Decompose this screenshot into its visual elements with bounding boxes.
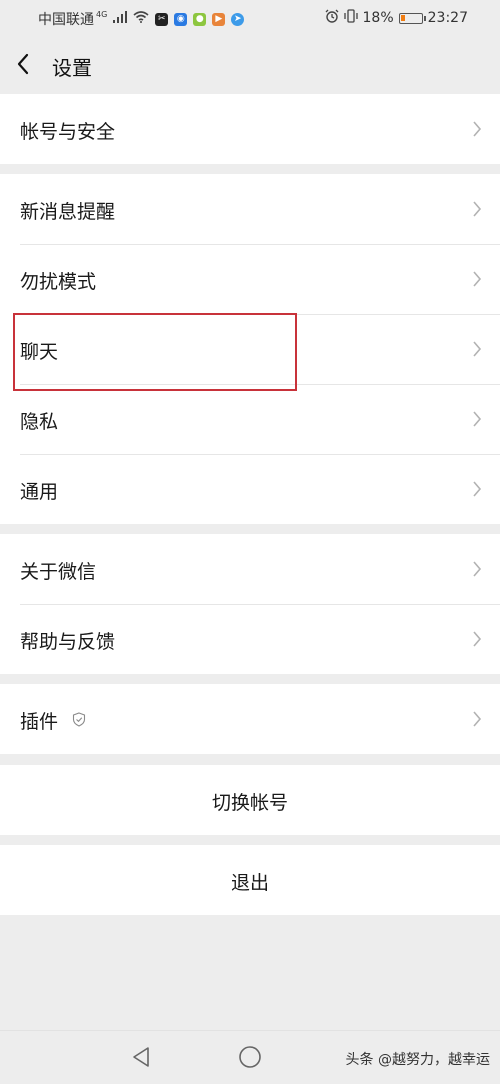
settings-item-new-message-alerts[interactable]: 新消息提醒: [0, 174, 500, 244]
settings-item-label: 新消息提醒: [20, 201, 116, 223]
logout-button[interactable]: 退出: [0, 845, 500, 915]
switch-account-button[interactable]: 切换帐号: [0, 765, 500, 835]
settings-group-about: 关于微信 帮助与反馈: [0, 534, 500, 674]
chevron-right-icon: [473, 631, 482, 647]
settings-item-help-feedback[interactable]: 帮助与反馈: [0, 604, 500, 674]
status-right: 18% 23:27: [325, 9, 468, 27]
settings-item-label: 帮助与反馈: [20, 631, 116, 653]
signal-icon: [113, 11, 128, 27]
settings-item-plugins[interactable]: 插件: [0, 684, 500, 754]
chevron-right-icon: [473, 121, 482, 137]
title-bar: 设置: [0, 34, 500, 94]
shield-check-icon: [72, 712, 86, 727]
carrier-name: 中国联通: [38, 12, 94, 28]
alarm-icon: [325, 9, 339, 27]
page-title: 设置: [52, 56, 92, 80]
capcut-app-icon: ✂: [155, 12, 169, 26]
chevron-right-icon: [473, 411, 482, 427]
battery-percent: 18%: [362, 10, 394, 26]
status-bar: 中国联通 4G ✂ ◉ ● ▶ ➤ 18% 23:27: [0, 0, 500, 34]
settings-item-do-not-disturb[interactable]: 勿扰模式: [0, 244, 500, 314]
chevron-right-icon: [473, 561, 482, 577]
logout-group: 退出: [0, 845, 500, 915]
settings-item-label: 勿扰模式: [20, 271, 97, 293]
settings-group-plugins: 插件: [0, 684, 500, 754]
settings-item-label: 关于微信: [20, 561, 97, 583]
settings-item-privacy[interactable]: 隐私: [0, 384, 500, 454]
logout-label: 退出: [230, 872, 269, 894]
chevron-right-icon: [473, 481, 482, 497]
settings-group-account: 帐号与安全: [0, 94, 500, 164]
chevron-right-icon: [473, 271, 482, 287]
settings-item-account-security[interactable]: 帐号与安全: [0, 94, 500, 164]
back-arrow-icon: [17, 53, 29, 75]
settings-item-general[interactable]: 通用: [0, 454, 500, 524]
network-type: 4G: [96, 9, 108, 19]
watermark-text: 头条 @越努力，越幸运: [345, 1052, 490, 1068]
nav-home-icon[interactable]: [238, 1045, 262, 1069]
shield-app-icon: ◉: [174, 12, 188, 26]
highlight-box: [13, 313, 297, 391]
battery-icon: [398, 12, 426, 24]
settings-item-label: 通用: [20, 481, 59, 503]
settings-item-label: 帐号与安全: [20, 121, 116, 143]
back-button[interactable]: [10, 46, 46, 82]
switch-account-group: 切换帐号: [0, 765, 500, 835]
switch-account-label: 切换帐号: [211, 792, 288, 814]
vibrate-icon: [343, 9, 358, 27]
system-nav-bar: 头条 @越努力，越幸运: [0, 1030, 500, 1084]
green-app-icon: ●: [193, 12, 207, 26]
chevron-right-icon: [473, 201, 482, 217]
wifi-icon: [133, 11, 149, 27]
status-left: 中国联通 4G ✂ ◉ ● ▶ ➤: [38, 9, 245, 29]
settings-item-label: 插件: [20, 711, 59, 733]
chevron-right-icon: [473, 711, 482, 727]
settings-item-label: 隐私: [20, 411, 59, 433]
nav-back-icon[interactable]: [130, 1045, 154, 1069]
play-app-icon: ▶: [212, 12, 226, 26]
clock-time: 23:27: [427, 10, 468, 26]
chevron-right-icon: [473, 341, 482, 357]
telegram-app-icon: ➤: [231, 12, 245, 26]
settings-item-about-wechat[interactable]: 关于微信: [0, 534, 500, 604]
